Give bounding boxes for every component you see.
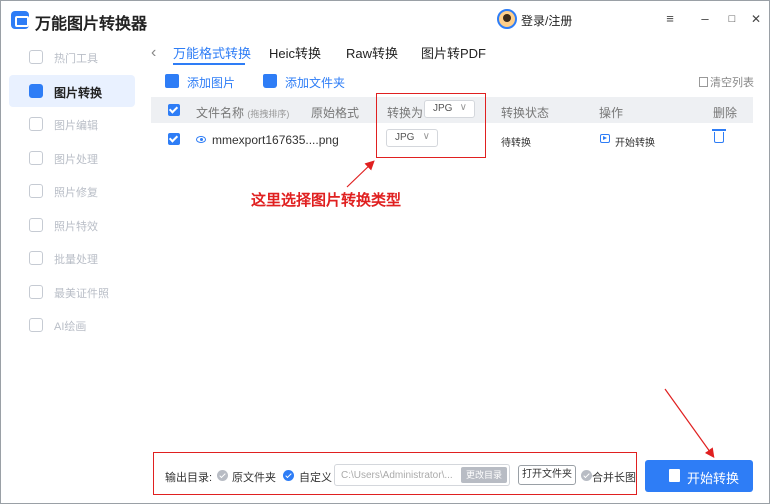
original-folder-radio[interactable] <box>217 470 228 481</box>
tab-heic-convert[interactable]: Heic转换 <box>269 43 321 62</box>
sidebar: 热门工具 图片转换 图片编辑 图片处理 照片修复 照片特效 批量处理 最美证件照… <box>1 39 149 449</box>
fire-icon <box>29 50 43 64</box>
sidebar-item-hot-tools[interactable]: 热门工具 <box>9 41 135 73</box>
add-image-button[interactable]: 添加图片 <box>165 73 237 91</box>
header-delete: 删除 <box>713 106 738 120</box>
tab-image-to-pdf[interactable]: 图片转PDF <box>421 43 486 62</box>
trash-icon[interactable] <box>712 129 726 143</box>
sidebar-item-label: 批量处理 <box>54 254 98 266</box>
chevron-left-icon[interactable]: ‹ <box>151 45 163 61</box>
merge-long-image-checkbox[interactable] <box>581 470 592 481</box>
sidebar-item-ai-paint[interactable]: AI绘画 <box>9 309 135 341</box>
sidebar-item-label: 图片编辑 <box>54 120 98 132</box>
header-status: 转换状态 <box>501 106 550 120</box>
app-logo-icon <box>11 11 29 29</box>
repair-icon <box>29 184 43 198</box>
avatar[interactable] <box>497 9 517 29</box>
add-image-label: 添加图片 <box>187 76 236 90</box>
active-tab-indicator <box>173 63 245 65</box>
app-title: 万能图片转换器 <box>35 16 148 33</box>
custom-folder-radio[interactable] <box>283 470 294 481</box>
title-bar: 万能图片转换器 登录/注册 ≡ – □ ✕ <box>1 1 769 39</box>
output-settings-bar: 输出目录: 原文件夹 自定义 更改目录 打开文件夹 合并长图 <box>151 452 639 496</box>
add-folder-button[interactable]: 添加文件夹 <box>263 73 347 91</box>
sidebar-item-photo-effects[interactable]: 照片特效 <box>9 209 135 241</box>
add-folder-label: 添加文件夹 <box>285 76 346 90</box>
close-icon[interactable]: ✕ <box>748 11 764 27</box>
tab-universal-convert[interactable]: 万能格式转换 <box>173 43 251 62</box>
sidebar-item-batch[interactable]: 批量处理 <box>9 242 135 274</box>
header-action: 操作 <box>599 106 624 120</box>
image-convert-icon <box>29 84 43 98</box>
header-filename: 文件名称 (拖拽排序) <box>196 104 289 121</box>
edit-icon <box>29 117 43 131</box>
sidebar-item-label: 照片特效 <box>54 221 98 233</box>
start-convert-icon[interactable] <box>600 134 610 143</box>
batch-icon <box>29 251 43 265</box>
tab-raw-convert[interactable]: Raw转换 <box>346 43 398 62</box>
header-filename-label: 文件名称 <box>196 106 245 120</box>
custom-folder-label[interactable]: 自定义 <box>299 469 332 485</box>
process-icon <box>29 151 43 165</box>
menu-icon[interactable]: ≡ <box>662 11 678 27</box>
sidebar-item-label: 最美证件照 <box>54 288 109 300</box>
sidebar-item-label: 照片修复 <box>54 187 98 199</box>
minimize-icon[interactable]: – <box>697 11 713 27</box>
sidebar-item-label: 图片转换 <box>54 86 103 100</box>
sidebar-item-image-convert[interactable]: 图片转换 <box>9 75 135 107</box>
id-photo-icon <box>29 285 43 299</box>
annotation-text: 这里选择图片转换类型 <box>251 192 402 209</box>
maximize-icon[interactable]: □ <box>724 11 740 27</box>
preview-eye-icon[interactable] <box>196 136 206 143</box>
ai-paint-icon <box>29 318 43 332</box>
select-all-checkbox[interactable] <box>168 104 180 116</box>
sidebar-item-id-photo[interactable]: 最美证件照 <box>9 276 135 308</box>
header-sort-hint: (拖拽排序) <box>247 109 290 119</box>
sidebar-item-image-process[interactable]: 图片处理 <box>9 142 135 174</box>
row-checkbox[interactable] <box>168 133 180 145</box>
sidebar-item-photo-repair[interactable]: 照片修复 <box>9 175 135 207</box>
sidebar-item-label: 图片处理 <box>54 154 98 166</box>
change-dir-button[interactable]: 更改目录 <box>461 467 507 483</box>
row-start-convert-link[interactable]: 开始转换 <box>615 134 655 149</box>
effects-icon <box>29 218 43 232</box>
merge-long-image-label[interactable]: 合并长图 <box>592 469 636 485</box>
original-folder-label[interactable]: 原文件夹 <box>232 469 276 485</box>
file-icon <box>669 469 680 482</box>
clear-list-button[interactable]: 清空列表 <box>699 74 754 90</box>
row-status: 待转换 <box>501 138 531 149</box>
open-folder-button[interactable]: 打开文件夹 <box>518 465 576 485</box>
start-convert-label: 开始转换 <box>687 471 740 486</box>
output-dir-label: 输出目录: <box>165 472 213 484</box>
clear-list-label: 清空列表 <box>710 77 754 89</box>
arrow-to-format-select <box>346 160 375 188</box>
add-folder-icon <box>263 74 277 88</box>
sidebar-item-image-edit[interactable]: 图片编辑 <box>9 108 135 140</box>
clear-list-icon <box>699 77 708 87</box>
app-window: 万能图片转换器 登录/注册 ≡ – □ ✕ 热门工具 图片转换 图片编辑 图片处… <box>0 0 770 504</box>
login-register-link[interactable]: 登录/注册 <box>521 12 572 29</box>
add-image-icon <box>165 74 179 88</box>
sidebar-item-label: AI绘画 <box>54 321 87 333</box>
arrow-to-start-button <box>664 388 715 458</box>
row-filename: mmexport167635....png <box>212 133 339 147</box>
header-original-format: 原始格式 <box>311 106 360 120</box>
annotation-box-format <box>376 93 486 158</box>
sidebar-item-label: 热门工具 <box>54 53 98 65</box>
start-convert-button[interactable]: 开始转换 <box>645 460 753 492</box>
